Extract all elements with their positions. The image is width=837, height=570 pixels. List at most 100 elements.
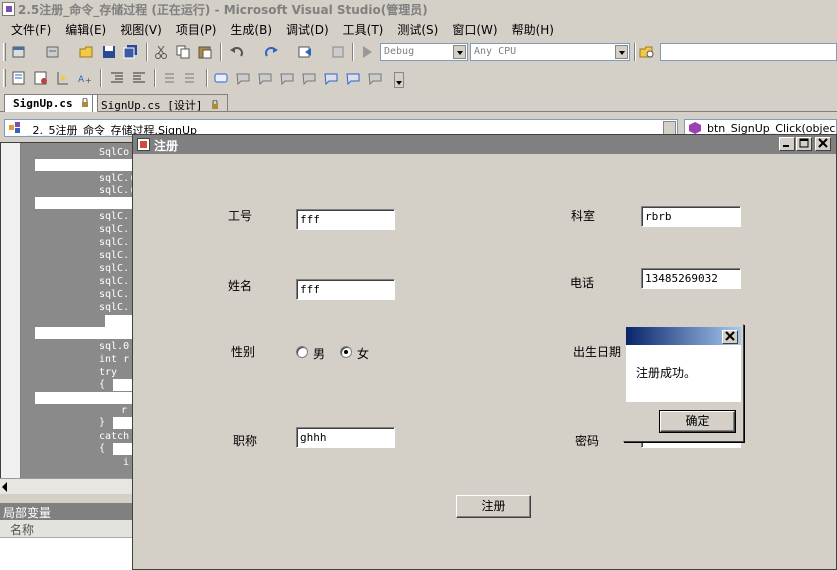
redo-button[interactable] bbox=[262, 43, 280, 61]
submit-button[interactable]: 注册 bbox=[456, 495, 531, 518]
copy-button[interactable] bbox=[174, 43, 192, 61]
previous-bookmark-button[interactable] bbox=[234, 69, 252, 87]
parameter-info-icon bbox=[34, 71, 47, 85]
message-box-title-bar[interactable] bbox=[626, 327, 741, 345]
cut-button[interactable] bbox=[152, 43, 170, 61]
next-bookmark-doc-button[interactable] bbox=[344, 69, 362, 87]
navigate-forward-icon bbox=[332, 46, 344, 58]
save-button[interactable] bbox=[100, 43, 118, 61]
solution-config-combo[interactable]: Debug bbox=[380, 43, 468, 61]
minimize-button[interactable] bbox=[779, 137, 795, 151]
message-box-close-button[interactable] bbox=[722, 330, 738, 344]
menu-help[interactable]: 帮助(H) bbox=[505, 21, 561, 38]
input-dept[interactable]: rbrb bbox=[641, 206, 741, 227]
toggle-bookmark-button[interactable] bbox=[212, 69, 230, 87]
find-combo[interactable] bbox=[660, 43, 837, 61]
menu-project[interactable]: 项目(P) bbox=[169, 21, 224, 38]
undo-button[interactable] bbox=[228, 43, 246, 61]
code-line-blank bbox=[35, 197, 133, 209]
ok-button[interactable]: 确定 bbox=[659, 410, 736, 433]
indent-icon bbox=[133, 72, 145, 83]
label-title: 职称 bbox=[233, 434, 258, 448]
input-phone[interactable]: 13485269032 bbox=[641, 268, 741, 289]
text-editor-toolbar: A + bbox=[0, 66, 837, 90]
close-button[interactable] bbox=[815, 137, 831, 151]
message-box-body: 注册成功。 bbox=[626, 345, 741, 402]
menu-window[interactable]: 窗口(W) bbox=[445, 21, 504, 38]
standard-toolbar: Debug Any CPU bbox=[0, 40, 837, 64]
navigate-forward-button[interactable] bbox=[330, 43, 348, 61]
tab-label: SignUp.cs [设计] bbox=[101, 99, 203, 112]
bookmark-doc-next-icon bbox=[346, 73, 360, 86]
complete-word-button[interactable]: A + bbox=[76, 69, 94, 87]
form-app-icon bbox=[137, 138, 150, 151]
input-emp-id[interactable]: fff bbox=[296, 209, 395, 230]
chevron-down-icon[interactable] bbox=[453, 45, 466, 59]
uncomment-button[interactable] bbox=[182, 69, 200, 87]
menu-bar: 文件(F) 编辑(E) 视图(V) 项目(P) 生成(B) 调试(D) 工具(T… bbox=[0, 18, 837, 40]
toolbar-grip[interactable] bbox=[3, 69, 6, 87]
prev-bookmark-doc-button[interactable] bbox=[322, 69, 340, 87]
undo-icon bbox=[230, 47, 243, 57]
form-title: 注册 bbox=[154, 139, 179, 153]
code-line: sql.0 bbox=[99, 341, 130, 352]
scroll-left-arrow-icon[interactable] bbox=[2, 482, 7, 492]
outdent-button[interactable] bbox=[108, 69, 126, 87]
radio-male-label[interactable]: 男 bbox=[313, 345, 325, 362]
toolbar-separator bbox=[634, 43, 636, 61]
menu-debug[interactable]: 调试(D) bbox=[279, 21, 336, 38]
editor-horizontal-scrollbar[interactable] bbox=[0, 478, 134, 494]
input-title[interactable]: ghhh bbox=[296, 427, 395, 448]
tab-signup-cs[interactable]: SignUp.cs bbox=[4, 94, 99, 112]
code-line: sqlC.( bbox=[99, 185, 134, 196]
menu-test[interactable]: 测试(S) bbox=[390, 21, 445, 38]
menu-file[interactable]: 文件(F) bbox=[4, 21, 58, 38]
menu-view[interactable]: 视图(V) bbox=[113, 21, 169, 38]
parameter-info-button[interactable] bbox=[32, 69, 50, 87]
add-item-button[interactable] bbox=[44, 43, 62, 61]
maximize-button[interactable] bbox=[796, 137, 812, 151]
object-members-button[interactable] bbox=[10, 69, 28, 87]
radio-male[interactable] bbox=[296, 346, 308, 358]
code-editor[interactable]: SqlCo sqlC.( sqlC.( sqlC. sqlC. sqlC. sq… bbox=[0, 142, 134, 494]
label-name: 姓名 bbox=[228, 279, 253, 293]
menu-build[interactable]: 生成(B) bbox=[223, 21, 279, 38]
next-bookmark-button[interactable] bbox=[256, 69, 274, 87]
navigate-backward-button[interactable] bbox=[296, 43, 314, 61]
indent-button[interactable] bbox=[130, 69, 148, 87]
radio-female-label[interactable]: 女 bbox=[357, 345, 369, 362]
chevron-down-icon[interactable] bbox=[615, 45, 628, 59]
new-project-icon bbox=[12, 46, 25, 58]
method-icon bbox=[689, 122, 701, 134]
menu-edit[interactable]: 编辑(E) bbox=[58, 21, 113, 38]
toolbar-grip[interactable] bbox=[3, 43, 6, 61]
paste-button[interactable] bbox=[196, 43, 214, 61]
input-name[interactable]: fff bbox=[296, 279, 395, 300]
save-all-button[interactable] bbox=[122, 43, 140, 61]
menu-tools[interactable]: 工具(T) bbox=[336, 21, 391, 38]
vs-app-icon bbox=[2, 2, 15, 16]
new-project-button[interactable] bbox=[10, 43, 28, 61]
toolbar-overflow-button[interactable] bbox=[394, 72, 404, 88]
platform-combo[interactable]: Any CPU bbox=[470, 43, 630, 61]
tab-signup-designer[interactable]: SignUp.cs [设计] bbox=[92, 94, 229, 112]
find-in-files-button[interactable] bbox=[638, 43, 656, 61]
save-all-icon bbox=[123, 45, 137, 59]
start-debugging-button[interactable] bbox=[358, 43, 376, 61]
open-file-button[interactable] bbox=[78, 43, 96, 61]
add-item-icon bbox=[46, 46, 59, 58]
code-line: sqlC. bbox=[99, 211, 130, 222]
radio-female[interactable] bbox=[340, 346, 352, 358]
code-line: sqlC. bbox=[99, 237, 130, 248]
quick-info-button[interactable] bbox=[54, 69, 72, 87]
locals-column-header-name[interactable]: 名称 bbox=[0, 520, 134, 538]
toolbar-separator bbox=[146, 43, 148, 61]
clear-bookmarks-button[interactable] bbox=[366, 69, 384, 87]
form-title-bar[interactable]: 注册 bbox=[133, 135, 836, 154]
prev-bookmark-folder-button[interactable] bbox=[278, 69, 296, 87]
comment-out-button[interactable] bbox=[160, 69, 178, 87]
chevron-down-icon[interactable] bbox=[663, 121, 676, 135]
toolbar-separator bbox=[206, 69, 208, 87]
next-bookmark-folder-button[interactable] bbox=[300, 69, 318, 87]
solution-config-value: Debug bbox=[384, 46, 415, 57]
